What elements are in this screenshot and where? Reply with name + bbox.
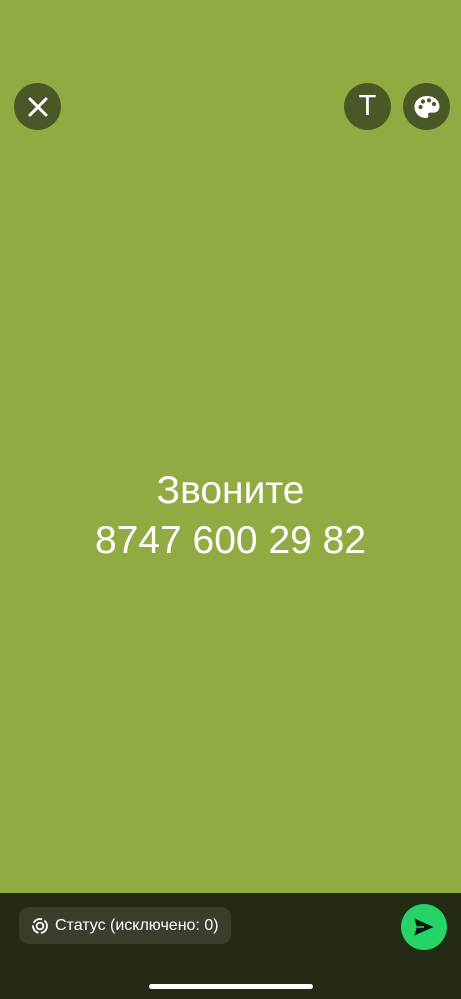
send-icon (414, 918, 434, 936)
close-button[interactable] (14, 83, 61, 130)
color-palette-button[interactable] (403, 83, 450, 130)
text-tool-button[interactable]: T (344, 83, 391, 130)
status-canvas[interactable]: T Звоните 8747 600 29 82 (0, 0, 461, 893)
close-icon (28, 97, 47, 116)
text-tool-label: T (358, 90, 377, 122)
status-ring-icon (32, 917, 48, 934)
send-button[interactable] (401, 904, 447, 950)
bottom-bar: Статус (исключено: 0) (0, 893, 461, 999)
status-text[interactable]: Звоните 8747 600 29 82 (0, 466, 461, 566)
status-audience-button[interactable]: Статус (исключено: 0) (19, 907, 231, 944)
status-audience-label: Статус (исключено: 0) (55, 916, 219, 934)
status-text-line-2: 8747 600 29 82 (94, 519, 367, 562)
home-indicator (149, 984, 313, 989)
palette-icon (414, 95, 439, 118)
status-text-line-1: Звоните (156, 469, 305, 512)
